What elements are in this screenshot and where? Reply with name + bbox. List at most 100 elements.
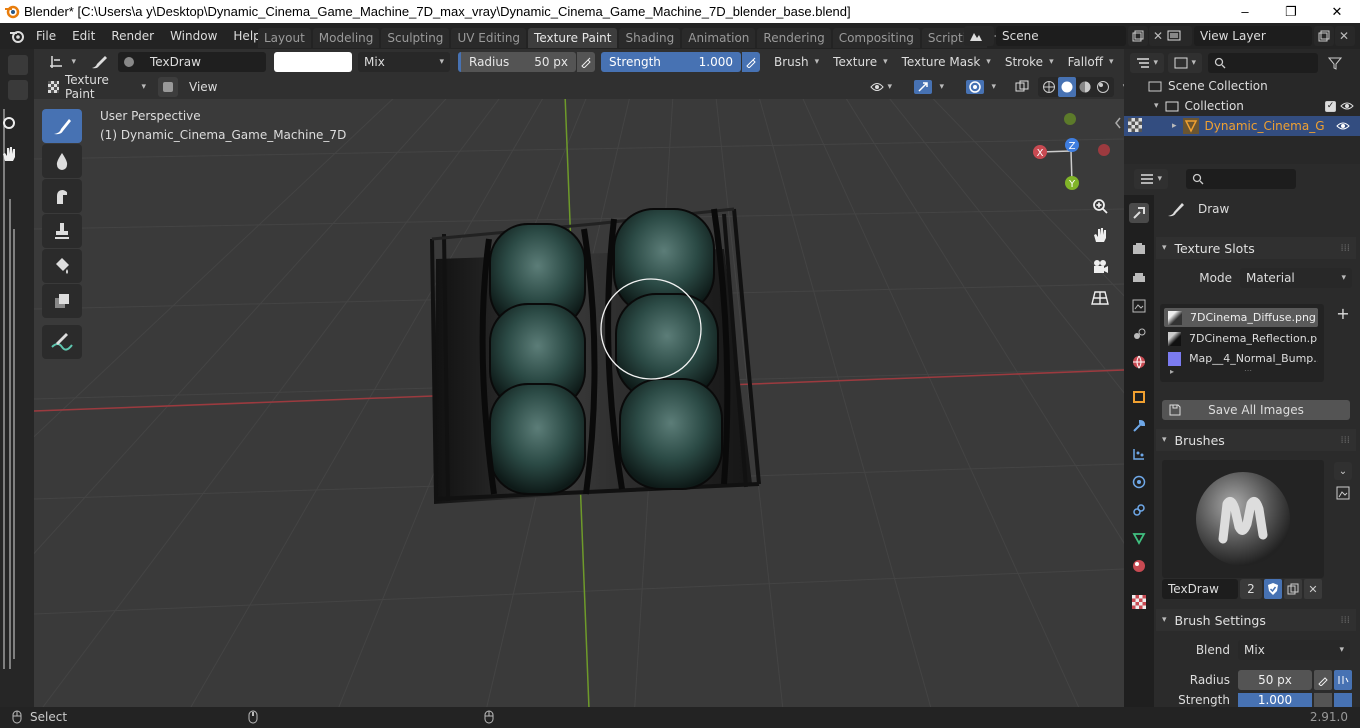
strength-slider[interactable]: Strength 1.000 [601, 52, 741, 72]
list-resize-handle-icon[interactable]: ⋯ [1244, 366, 1252, 375]
wireframe-shading-icon[interactable] [1040, 80, 1058, 94]
brush-datablock-name[interactable]: TexDraw [1162, 579, 1238, 599]
clone-stamp-tool-icon[interactable] [42, 214, 82, 248]
brush-name-field[interactable]: TexDraw [118, 52, 266, 72]
brush-user-count[interactable]: 2 [1240, 579, 1262, 599]
new-scene-icon[interactable] [1128, 26, 1148, 46]
object-row[interactable]: ▸ Dynamic_Cinema_G [1124, 116, 1360, 136]
fill-tool-icon[interactable] [42, 249, 82, 283]
drag-handle-icon[interactable]: ⁞⁞⁞ [1340, 435, 1350, 446]
collection-row[interactable]: ▾ Collection ✓ [1154, 99, 1354, 113]
menu-file[interactable]: File [28, 23, 64, 49]
brushes-panel-header[interactable]: ▾ Brushes ⁞⁞⁞ [1156, 429, 1356, 451]
constraints-tab-icon[interactable] [1129, 500, 1149, 520]
scene-name-field[interactable]: Scene [996, 26, 1126, 46]
texture-slot-item[interactable]: 7DCinema_Reflection.p... [1164, 329, 1318, 348]
new-view-layer-icon[interactable] [1314, 26, 1334, 46]
navigation-gizmo[interactable]: X Z Y [1033, 113, 1110, 190]
rendered-shading-icon[interactable] [1094, 80, 1112, 94]
object-tab-icon[interactable] [1129, 387, 1149, 407]
object-visibility-icon[interactable]: ▾ [864, 77, 898, 97]
annotate-tool-icon[interactable] [42, 325, 82, 359]
tab-shading[interactable]: Shading [619, 27, 681, 48]
drag-handle-icon[interactable]: ⁞⁞⁞ [1340, 243, 1350, 254]
outliner-search-input[interactable] [1208, 53, 1318, 73]
outliner-editor-type[interactable]: ▾ [1130, 53, 1164, 73]
brush-menu[interactable]: Brush ▾ [768, 52, 826, 72]
draw-tool-button[interactable] [42, 109, 82, 143]
texture-slot-mode-dropdown[interactable]: Material ▾ [1240, 268, 1352, 288]
expand-collection-icon[interactable]: ▾ [1154, 101, 1159, 111]
brush-settings-panel-header[interactable]: ▾ Brush Settings ⁞⁞⁞ [1156, 609, 1356, 631]
minimize-button[interactable]: – [1222, 0, 1268, 23]
menu-window[interactable]: Window [162, 23, 225, 49]
image-icon[interactable] [8, 80, 28, 100]
stroke-menu[interactable]: Stroke ▾ [998, 52, 1060, 72]
pan-view-icon[interactable] [1087, 222, 1113, 248]
radius-slider[interactable]: Radius 50 px [458, 52, 576, 72]
texture-mask-menu[interactable]: Texture Mask ▾ [895, 52, 997, 72]
collection-visibility-eye-icon[interactable] [1340, 101, 1354, 111]
sidebar-toggle-icon[interactable] [1115, 117, 1121, 129]
overlays-toggle-icon[interactable]: ▾ [960, 77, 1002, 97]
expand-list-icon[interactable]: ▸ [1170, 367, 1174, 376]
collection-checkbox[interactable]: ✓ [1325, 100, 1336, 112]
pan-hand-icon[interactable] [0, 145, 18, 163]
tab-modeling[interactable]: Modeling [312, 27, 380, 48]
brush-strength-field[interactable]: 1.000 [1238, 693, 1312, 707]
tool-tab-icon[interactable] [1129, 203, 1149, 223]
scene-tab-icon[interactable] [1129, 324, 1149, 344]
tab-animation[interactable]: Animation [682, 27, 756, 48]
editor-type-icon[interactable] [8, 55, 28, 75]
zoom-view-icon[interactable] [1087, 193, 1113, 219]
blender-menu-icon[interactable] [8, 28, 26, 44]
modifier-tab-icon[interactable] [1129, 416, 1149, 436]
strength-pressure-icon[interactable] [742, 52, 760, 72]
physics-tab-icon[interactable] [1129, 472, 1149, 492]
fake-user-shield-icon[interactable] [1264, 579, 1282, 599]
strength-pen-pressure-icon[interactable] [1314, 693, 1332, 707]
paint-mask-toggle[interactable] [158, 77, 178, 97]
filter-icon[interactable] [1328, 56, 1342, 70]
properties-search-input[interactable] [1186, 169, 1296, 189]
brush-blend-dropdown[interactable]: Mix ▾ [1238, 640, 1350, 660]
properties-editor-type[interactable]: ▾ [1134, 169, 1168, 189]
brush-radius-field[interactable]: 50 px [1238, 670, 1312, 690]
zoom-icon[interactable] [0, 114, 18, 132]
view-menu[interactable]: View [184, 77, 222, 97]
view-layer-browse-button[interactable] [1162, 26, 1192, 46]
camera-view-icon[interactable] [1087, 254, 1113, 280]
texture-tab-icon[interactable] [1129, 592, 1149, 612]
unlink-brush-icon[interactable]: ✕ [1304, 579, 1322, 599]
close-window-button[interactable]: ✕ [1314, 0, 1360, 23]
tab-sculpting[interactable]: Sculpting [381, 27, 450, 48]
brush-custom-icon[interactable] [1334, 484, 1352, 502]
save-all-images-button[interactable]: Save All Images [1162, 400, 1350, 420]
texture-slot-item[interactable]: 7DCinema_Diffuse.png [1164, 308, 1318, 327]
editor-type-selector[interactable]: ▾ [42, 52, 82, 72]
add-texture-slot-button[interactable]: + [1334, 304, 1352, 323]
output-tab-icon[interactable] [1129, 268, 1149, 288]
menu-edit[interactable]: Edit [64, 23, 103, 49]
tab-uv-editing[interactable]: UV Editing [451, 27, 527, 48]
particles-tab-icon[interactable] [1129, 444, 1149, 464]
radius-pressure-icon[interactable] [577, 52, 595, 72]
tab-rendering[interactable]: Rendering [757, 27, 831, 48]
material-tab-icon[interactable] [1129, 556, 1149, 576]
brush-preview-expand-icon[interactable]: ⌄ [1334, 462, 1352, 480]
object-visibility-eye-icon[interactable] [1336, 121, 1350, 131]
view-layer-tab-icon[interactable] [1129, 296, 1149, 316]
falloff-menu[interactable]: Falloff ▾ [1061, 52, 1120, 72]
texture-menu[interactable]: Texture ▾ [827, 52, 894, 72]
mask-tool-icon[interactable] [42, 284, 82, 318]
expand-object-icon[interactable]: ▸ [1172, 121, 1177, 131]
strength-unit-toggle-icon[interactable] [1334, 693, 1352, 707]
soften-tool-icon[interactable] [42, 144, 82, 178]
scene-collection-row[interactable]: Scene Collection [1148, 79, 1268, 93]
tab-texture-paint[interactable]: Texture Paint [528, 27, 618, 48]
tab-compositing[interactable]: Compositing [832, 27, 920, 48]
gizmo-toggle-icon[interactable]: ▾ [908, 77, 950, 97]
maximize-button[interactable]: ❐ [1268, 0, 1314, 23]
perspective-toggle-icon[interactable] [1087, 285, 1113, 311]
world-tab-icon[interactable] [1129, 352, 1149, 372]
